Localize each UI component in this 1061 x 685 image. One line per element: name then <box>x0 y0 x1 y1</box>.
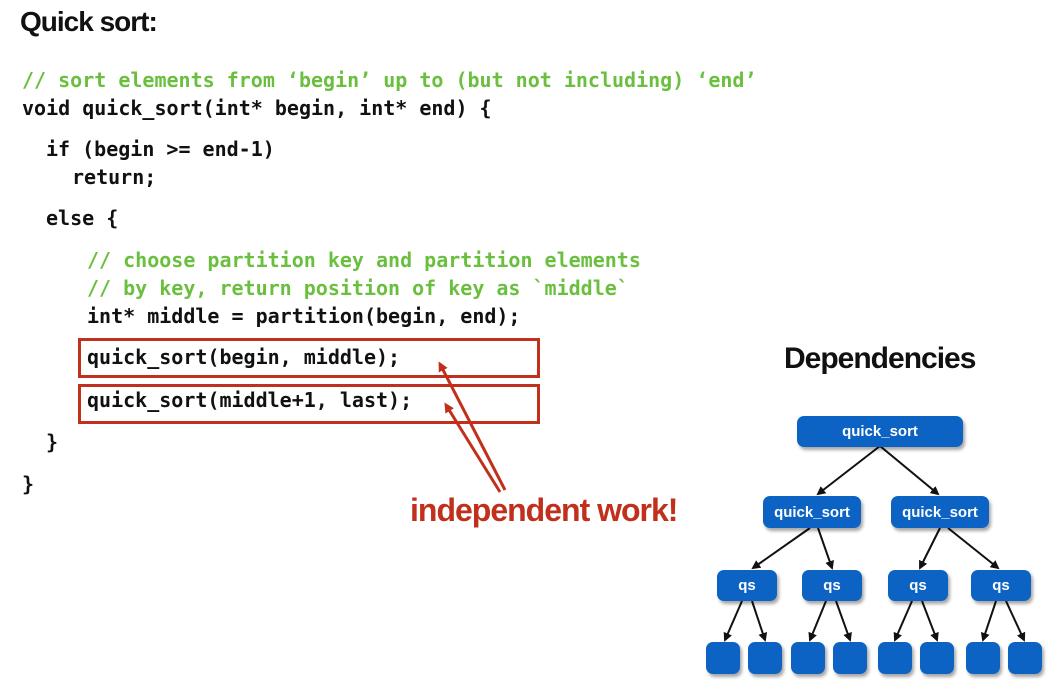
tree-edge <box>817 527 834 570</box>
tree-level3-node: qs <box>802 570 862 601</box>
tree-leaf-node <box>833 642 867 674</box>
independent-work-callout: independent work! <box>410 492 678 528</box>
tree-leaf-node <box>791 642 825 674</box>
tree-edge <box>751 527 811 570</box>
tree-leaf-node <box>706 642 740 674</box>
tree-edge <box>723 600 743 642</box>
tree-edge <box>919 527 941 570</box>
tree-edge <box>947 527 1000 570</box>
tree-edge <box>1005 600 1026 642</box>
tree-edge <box>816 445 881 496</box>
tree-level2-node-left: quick_sort <box>763 496 861 528</box>
tree-leaf-node <box>966 642 1000 674</box>
dependencies-title: Dependencies <box>784 342 976 375</box>
tree-level2-node-right: quick_sort <box>891 496 989 528</box>
tree-leaf-node <box>878 642 912 674</box>
tree-level3-node: qs <box>971 570 1031 601</box>
tree-level3-node: qs <box>888 570 948 601</box>
tree-edge <box>835 600 852 642</box>
tree-edge <box>808 600 827 642</box>
tree-edge <box>893 600 913 642</box>
tree-level3-node: qs <box>717 570 777 601</box>
callout-arrow-to-first-call <box>438 361 507 491</box>
tree-edge <box>751 600 768 642</box>
tree-edge <box>879 445 940 496</box>
tree-root-node: quick_sort <box>797 416 963 447</box>
tree-leaf-node <box>920 642 954 674</box>
tree-edge <box>980 600 997 642</box>
tree-leaf-node <box>748 642 782 674</box>
callout-arrow-to-second-call <box>444 402 502 493</box>
tree-edge <box>921 600 939 642</box>
tree-leaf-node <box>1008 642 1042 674</box>
